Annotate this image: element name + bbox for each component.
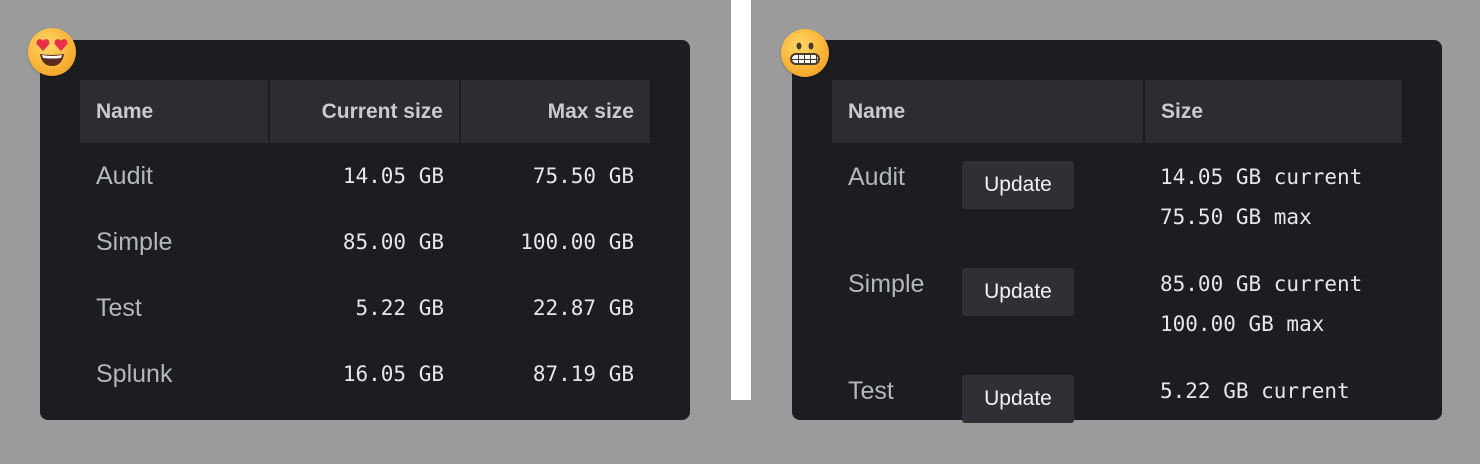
table-row: Audit 14.05 GB 75.50 GB <box>80 143 650 209</box>
eyes-icon <box>796 42 814 50</box>
row-max-size: 22.87 GB <box>532 296 634 320</box>
row-current-size: 14.05 GB current <box>1160 165 1363 189</box>
row-max-size: 75.50 GB <box>532 164 634 188</box>
column-header-name[interactable]: Name <box>80 80 269 143</box>
row-size-cell: 14.05 GB current 75.50 GB max <box>1144 143 1402 250</box>
row-name-cell: Simple Update <box>832 250 1144 357</box>
row-current-size: 85.00 GB current <box>1160 272 1363 296</box>
card-good-example: Name Current size Max size Audit 14.05 G… <box>40 40 690 420</box>
table-row: Simple 85.00 GB 100.00 GB <box>80 209 650 275</box>
row-name-cell: Audit Update <box>832 143 1144 250</box>
column-header-current-size[interactable]: Current size <box>268 80 460 143</box>
column-header-name[interactable]: Name <box>832 80 1144 143</box>
table-row: Splunk 16.05 GB 87.19 GB <box>80 341 650 407</box>
row-max-size: 100.00 GB <box>520 230 634 254</box>
row-name-cell: Test Update <box>832 357 1144 464</box>
row-name: Audit <box>848 163 905 191</box>
size-table: Name Current size Max size Audit 14.05 G… <box>80 80 650 407</box>
table-header-row: Name Current size Max size <box>80 80 650 143</box>
grimace-teeth-icon <box>790 53 820 65</box>
size-table-with-actions: Name Size Audit Update 14.05 GB current … <box>832 80 1402 464</box>
table-row: Audit Update 14.05 GB current 75.50 GB m… <box>832 143 1402 250</box>
heart-icon <box>54 39 68 51</box>
update-button[interactable]: Update <box>962 375 1074 423</box>
row-current-size: 85.00 GB <box>342 230 444 254</box>
row-current-size: 14.05 GB <box>342 164 444 188</box>
table-row: Test Update 5.22 GB current <box>832 357 1402 464</box>
heart-eyes-face-icon <box>28 28 76 76</box>
update-button[interactable]: Update <box>962 161 1074 209</box>
row-current-size: 5.22 GB current <box>1160 379 1350 403</box>
heart-icon <box>36 39 50 51</box>
row-size-cell: 85.00 GB current 100.00 GB max <box>1144 250 1402 357</box>
row-name: Simple <box>848 270 925 298</box>
row-name: Audit <box>96 161 153 190</box>
row-name: Splunk <box>96 359 173 388</box>
panel-divider <box>731 0 751 400</box>
row-current-size: 5.22 GB <box>355 296 444 320</box>
grimacing-face-icon <box>781 29 829 77</box>
column-header-max-size[interactable]: Max size <box>459 80 650 143</box>
update-button[interactable]: Update <box>962 268 1074 316</box>
row-size-cell: 5.22 GB current <box>1144 357 1402 464</box>
row-name: Test <box>848 377 894 405</box>
table-row: Test 5.22 GB 22.87 GB <box>80 275 650 341</box>
row-max-size: 75.50 GB max <box>1160 205 1312 229</box>
table-header-row: Name Size <box>832 80 1402 143</box>
row-name: Test <box>96 293 142 322</box>
row-max-size: 87.19 GB <box>532 362 634 386</box>
row-current-size: 16.05 GB <box>342 362 444 386</box>
card-bad-example: Name Size Audit Update 14.05 GB current … <box>792 40 1442 423</box>
column-header-size[interactable]: Size <box>1143 80 1402 143</box>
table-row: Simple Update 85.00 GB current 100.00 GB… <box>832 250 1402 357</box>
smile-mouth-icon <box>40 54 64 66</box>
row-max-size: 100.00 GB max <box>1160 312 1325 336</box>
row-name: Simple <box>96 227 173 256</box>
